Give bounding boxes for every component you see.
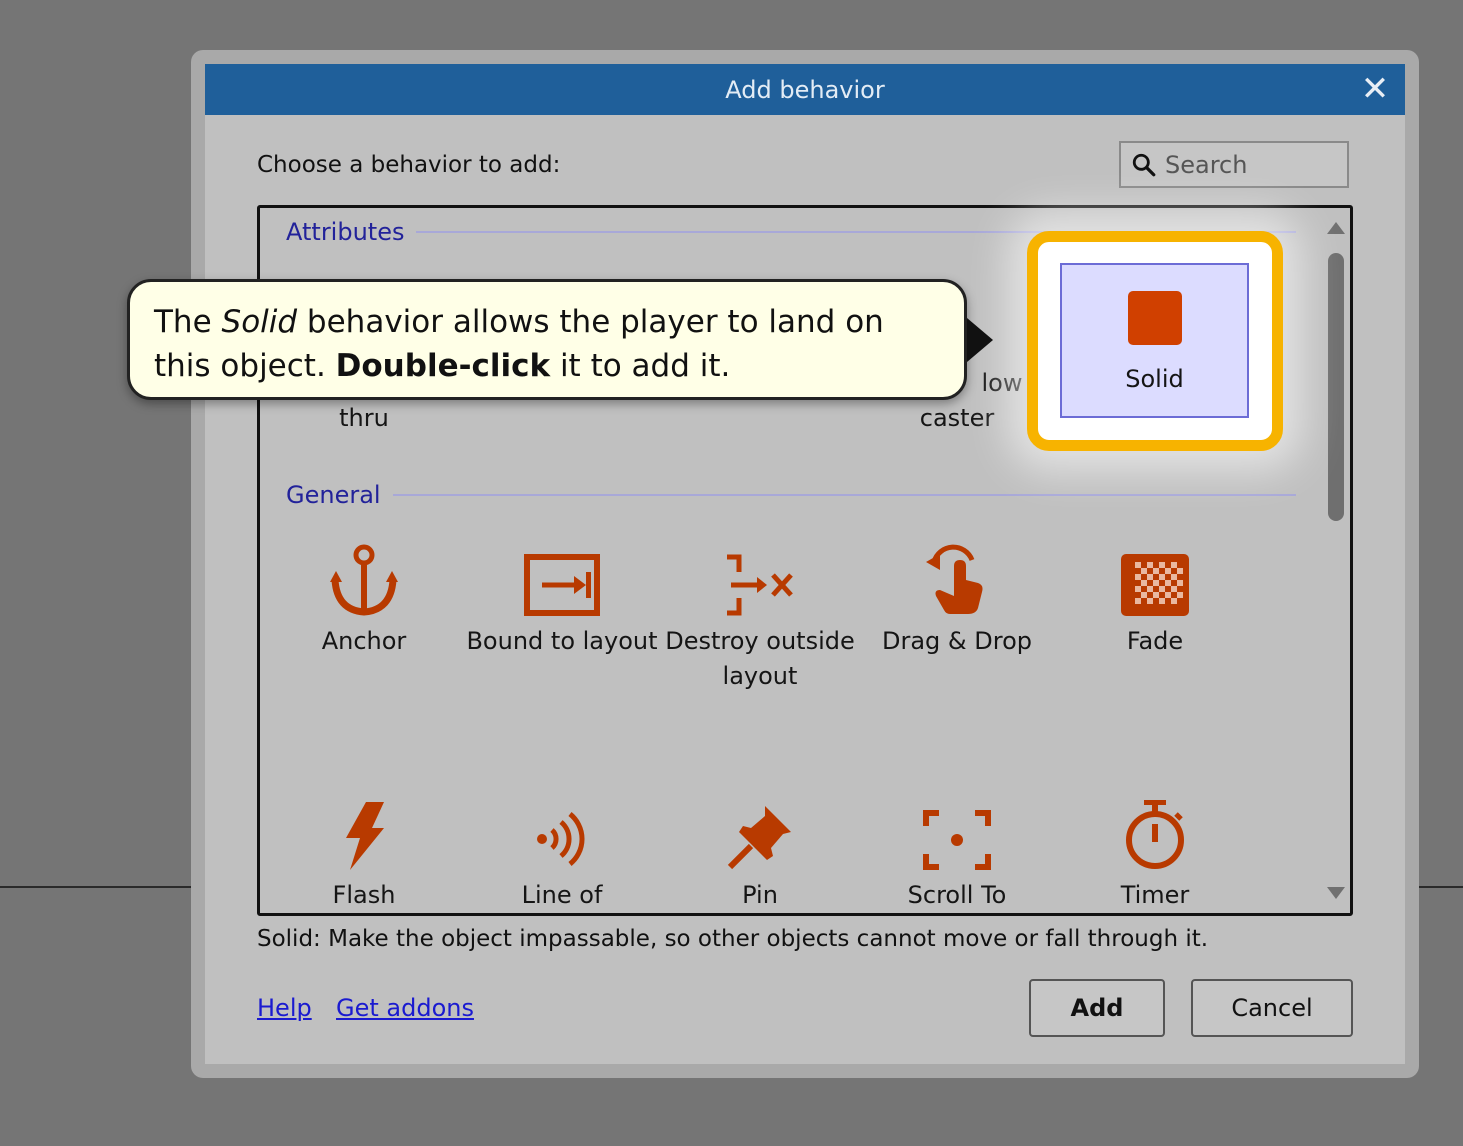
tooltip-text: The <box>154 304 222 340</box>
section-label-attributes: Attributes <box>286 218 405 246</box>
destroy-outside-layout-icon <box>727 554 793 616</box>
cancel-button[interactable]: Cancel <box>1191 979 1353 1037</box>
scroll-up-arrow[interactable] <box>1327 222 1345 234</box>
behavior-label: Timer <box>1120 881 1190 909</box>
behavior-label: Pin <box>742 881 778 909</box>
behavior-item-line-of-sight[interactable]: Line of <box>462 790 662 913</box>
close-button[interactable]: ✕ <box>1355 71 1395 107</box>
solid-icon <box>1127 291 1182 345</box>
dialog-titlebar: Add behavior ✕ <box>205 64 1405 115</box>
behavior-label: Fade <box>1126 627 1184 655</box>
section-header-general: General <box>286 481 1296 509</box>
behavior-item-pin[interactable]: Pin <box>660 790 860 913</box>
behavior-label: caster <box>919 404 995 432</box>
pin-icon <box>727 806 791 870</box>
search-placeholder: Search <box>1165 150 1248 179</box>
add-behavior-dialog: Add behavior ✕ Choose a behavior to add:… <box>205 64 1405 1064</box>
search-icon <box>1132 153 1156 176</box>
behavior-label: Destroy outside layout <box>665 627 855 690</box>
behavior-item-fade[interactable]: Fade <box>1055 536 1255 659</box>
behavior-label: thru <box>339 404 389 432</box>
fade-icon <box>1121 554 1189 616</box>
behavior-item-anchor[interactable]: Anchor <box>264 536 464 659</box>
behavior-label: Bound to layout <box>466 627 658 655</box>
scroll-down-arrow[interactable] <box>1327 887 1345 899</box>
behavior-item-scroll-to[interactable]: Scroll To <box>857 790 1057 913</box>
behavior-item-destroy-outside-layout[interactable]: Destroy outside layout <box>660 536 860 694</box>
behavior-label: Flash <box>332 881 396 909</box>
tooltip-strong: Double-click <box>335 348 551 384</box>
tutorial-tooltip: The Solid behavior allows the player to … <box>127 279 967 400</box>
line-of-sight-icon <box>537 812 585 866</box>
behavior-description: Solid: Make the object impassable, so ot… <box>257 926 1209 952</box>
behavior-label: Drag & Drop <box>882 627 1032 655</box>
behavior-label: Scroll To <box>907 881 1007 909</box>
background-line-left <box>0 886 192 888</box>
timer-icon <box>1126 800 1184 869</box>
dialog-title: Add behavior <box>725 75 885 104</box>
flash-icon <box>346 802 384 870</box>
drag-drop-icon <box>926 544 983 614</box>
bound-to-layout-icon <box>524 554 600 616</box>
behavior-label: Line of <box>521 881 603 909</box>
tooltip-arrow <box>967 318 993 362</box>
behavior-item-jump-thru[interactable]: thru <box>264 401 464 436</box>
behavior-item-timer[interactable]: Timer <box>1055 790 1255 913</box>
behavior-item-solid[interactable]: Solid <box>1060 263 1249 418</box>
list-scrollbar[interactable] <box>1324 208 1348 913</box>
section-label-general: General <box>286 481 381 509</box>
behavior-item-flash[interactable]: Flash <box>264 790 464 913</box>
behavior-item-drag-drop[interactable]: Drag & Drop <box>857 536 1057 659</box>
background-line-right <box>1418 886 1463 888</box>
add-button[interactable]: Add <box>1029 979 1165 1037</box>
scroll-thumb[interactable] <box>1328 253 1344 521</box>
behavior-label: Anchor <box>321 627 407 655</box>
behavior-label: Solid <box>1125 365 1184 393</box>
search-input[interactable]: Search <box>1119 141 1349 188</box>
tooltip-emphasis: Solid <box>221 304 298 340</box>
choose-behavior-label: Choose a behavior to add: <box>257 152 561 178</box>
get-addons-link[interactable]: Get addons <box>336 994 474 1022</box>
scroll-to-icon <box>923 810 991 870</box>
tooltip-text: it to add it. <box>550 348 731 384</box>
behavior-item-bound-to-layout[interactable]: Bound to layout <box>462 536 662 659</box>
help-link[interactable]: Help <box>257 994 312 1022</box>
anchor-icon <box>330 544 398 616</box>
